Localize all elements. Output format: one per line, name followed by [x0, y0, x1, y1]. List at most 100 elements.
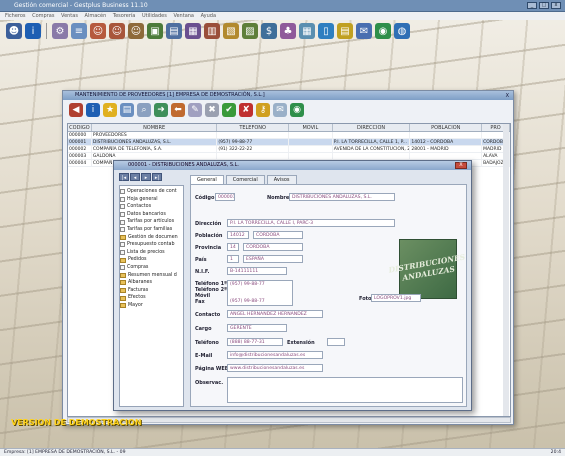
- menu-ventas[interactable]: Ventas: [61, 13, 78, 19]
- menu-utilidades[interactable]: Utilidades: [142, 13, 167, 19]
- info-icon[interactable]: i: [86, 103, 100, 117]
- globe-icon[interactable]: ◍: [394, 23, 410, 39]
- poblacion-field[interactable]: CORDOBA: [253, 231, 303, 239]
- suppliers-icon[interactable]: ☺: [109, 23, 125, 39]
- detail-window-close-button[interactable]: X: [455, 162, 467, 169]
- contacto-field[interactable]: ANGEL HERNANDEZ HERNANDEZ: [227, 310, 323, 318]
- tab-general[interactable]: General: [190, 175, 224, 184]
- list-icon[interactable]: ≡: [71, 23, 87, 39]
- tree-item[interactable]: Operaciones de cont: [120, 188, 183, 196]
- tree-item[interactable]: Tarifas por familias: [120, 226, 183, 234]
- maximize-button[interactable]: □: [539, 2, 549, 9]
- clients-icon[interactable]: ☺: [90, 23, 106, 39]
- settings-icon[interactable]: ⚙: [52, 23, 68, 39]
- extension-field[interactable]: [327, 338, 345, 346]
- menu-ventana[interactable]: Ventana: [173, 13, 194, 19]
- tree-item[interactable]: Hoja general: [120, 196, 183, 204]
- internet-icon[interactable]: ◉: [375, 23, 391, 39]
- pais-field[interactable]: ESPAÑA: [243, 255, 303, 263]
- tab-comercial[interactable]: Comercial: [225, 175, 265, 184]
- stock-icon[interactable]: ▨: [242, 23, 258, 39]
- table-row[interactable]: 000003 GALDONA ALAVA: [68, 153, 510, 160]
- column-header[interactable]: DIRECCION: [333, 124, 411, 131]
- close-button[interactable]: x: [551, 2, 561, 9]
- print-icon[interactable]: ▤: [120, 103, 134, 117]
- tree-item[interactable]: Resumen mensual d: [120, 272, 183, 280]
- menu-tesoreria[interactable]: Tesorería: [113, 13, 135, 19]
- users-icon[interactable]: ☻: [6, 23, 22, 39]
- previous-icon[interactable]: ⬅: [171, 103, 185, 117]
- web-field[interactable]: www.distribucionesandaluzas.es: [227, 364, 323, 372]
- tree-item[interactable]: Albaranes: [120, 279, 183, 287]
- orders-icon[interactable]: ▤: [166, 23, 182, 39]
- cargo-field[interactable]: GERENTE: [227, 324, 287, 332]
- cp-field[interactable]: 14012: [227, 231, 249, 239]
- first-record-button[interactable]: |◂: [119, 173, 129, 181]
- calendar-icon[interactable]: ▦: [299, 23, 315, 39]
- provincia-field[interactable]: CORDOBA: [243, 243, 303, 251]
- grid-vertical-scrollbar[interactable]: [503, 124, 509, 416]
- last-record-button[interactable]: ▸|: [152, 173, 162, 181]
- column-header[interactable]: CODIGO: [68, 124, 92, 131]
- menu-almacen[interactable]: Almacén: [85, 13, 107, 19]
- accept-icon[interactable]: ✔: [222, 103, 236, 117]
- key-icon[interactable]: ⚷: [256, 103, 270, 117]
- tree-item[interactable]: Mayor: [120, 302, 183, 310]
- tree-item[interactable]: Compras: [120, 264, 183, 272]
- provincia-code-field[interactable]: 14: [227, 243, 239, 251]
- calculator-icon[interactable]: ▤: [337, 23, 353, 39]
- tree-item[interactable]: Lista de precios: [120, 249, 183, 257]
- favorite-icon[interactable]: ★: [103, 103, 117, 117]
- exit-icon[interactable]: ◀: [69, 103, 83, 117]
- internet-icon[interactable]: ◉: [290, 103, 304, 117]
- articles-icon[interactable]: ▣: [147, 23, 163, 39]
- treasury-icon[interactable]: $: [261, 23, 277, 39]
- purchases-icon[interactable]: ▧: [223, 23, 239, 39]
- minimize-button[interactable]: _: [527, 2, 537, 9]
- email-field[interactable]: info@distribucionesandaluzas.es: [227, 351, 323, 359]
- cancel-icon[interactable]: ✘: [239, 103, 253, 117]
- suppliers-window-close[interactable]: X: [506, 92, 509, 101]
- codigo-field[interactable]: 000001: [215, 193, 235, 201]
- table-row[interactable]: 000001 DISTRIBUCIONES ANDALUZAS, S.L. (957…: [68, 139, 510, 146]
- menu-compras[interactable]: Compras: [32, 13, 54, 19]
- tree-item[interactable]: Presupuesto contab: [120, 241, 183, 249]
- next-record-button[interactable]: ▸: [141, 173, 151, 181]
- tree-item[interactable]: Gestión de documen: [120, 234, 183, 242]
- telefono-field[interactable]: (888) 88-77-31: [227, 338, 283, 346]
- search-icon[interactable]: ⌕: [137, 103, 151, 117]
- reports-icon[interactable]: ♣: [280, 23, 296, 39]
- pais-code-field[interactable]: 1: [227, 255, 239, 263]
- column-header[interactable]: TELEFONO: [217, 124, 289, 131]
- document-icon[interactable]: ▯: [318, 23, 334, 39]
- column-header[interactable]: MOVIL: [289, 124, 333, 131]
- tree-item[interactable]: Pedidos: [120, 256, 183, 264]
- telefono1-field[interactable]: (957) 99-88-77: [230, 281, 265, 288]
- menu-ayuda[interactable]: Ayuda: [201, 13, 216, 19]
- invoices-icon[interactable]: ▥: [204, 23, 220, 39]
- mail-icon[interactable]: ✉: [273, 103, 287, 117]
- direccion-field[interactable]: P.I. LA TORRECILLA, CALLE I, PARC-3: [227, 219, 395, 227]
- info-icon[interactable]: i: [25, 23, 41, 39]
- edit-icon[interactable]: ✎: [188, 103, 202, 117]
- column-header[interactable]: POBLACION: [410, 124, 483, 131]
- previous-record-button[interactable]: ◂: [130, 173, 140, 181]
- mail-icon[interactable]: ✉: [356, 23, 372, 39]
- observaciones-field[interactable]: [227, 377, 463, 403]
- table-row[interactable]: 000000 PROVEEDORES: [68, 132, 510, 139]
- tree-item[interactable]: Contactos: [120, 203, 183, 211]
- menu-ficheros[interactable]: Ficheros: [5, 13, 26, 19]
- delete-icon[interactable]: ✖: [205, 103, 219, 117]
- table-row[interactable]: 000002 COMPAÑÍA DE TELEFONÍA, S.A. (91) 32…: [68, 146, 510, 153]
- column-header[interactable]: NOMBRE: [92, 124, 218, 131]
- fax-field[interactable]: (957) 99-88-77: [230, 298, 265, 305]
- foto-field[interactable]: LOGOPROV1.jpg: [371, 294, 421, 302]
- tree-item[interactable]: Facturas: [120, 287, 183, 295]
- nombre-field[interactable]: DISTRIBUCIONES ANDALUZAS, S.L.: [289, 193, 395, 201]
- delivery-icon[interactable]: ▦: [185, 23, 201, 39]
- tree-item[interactable]: Efectos: [120, 294, 183, 302]
- tree-item[interactable]: Tarifas por artículos: [120, 218, 183, 226]
- tab-avisos[interactable]: Avisos: [266, 175, 297, 184]
- nif-field[interactable]: B-14111111: [227, 267, 287, 275]
- next-icon[interactable]: ➜: [154, 103, 168, 117]
